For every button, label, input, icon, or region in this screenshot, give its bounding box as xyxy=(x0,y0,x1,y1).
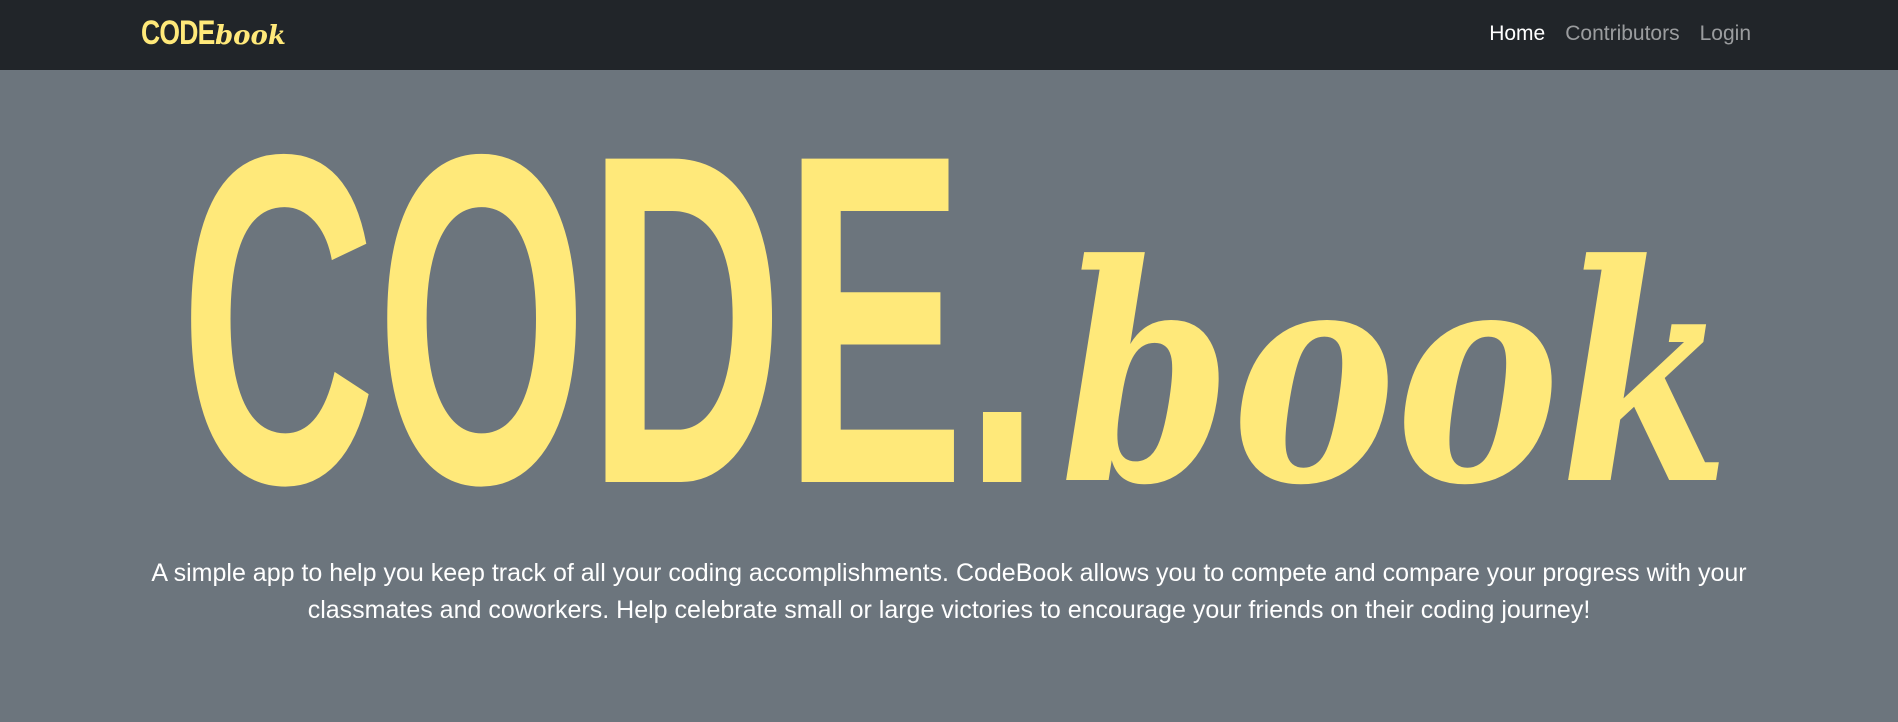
hero-tagline: A simple app to help you keep track of a… xyxy=(151,559,1747,624)
top-navbar: CODE. book Home Contributors Login xyxy=(0,0,1898,70)
nav-link-home[interactable]: Home xyxy=(1489,22,1545,46)
brand-logo-book: book xyxy=(215,21,286,51)
hero-logo: CODE. book xyxy=(180,110,1740,500)
brand-logo-code: CODE. xyxy=(141,14,222,52)
hero-logo-graphic: CODE. book xyxy=(180,110,1730,500)
hero-logo-code: CODE. xyxy=(180,110,1040,500)
nav-link-login[interactable]: Login xyxy=(1700,22,1751,46)
nav-links: Home Contributors Login xyxy=(1489,22,1751,46)
brand-logo-link[interactable]: CODE. book xyxy=(141,14,286,56)
hero-logo-book: book xyxy=(1060,198,1730,500)
nav-link-contributors[interactable]: Contributors xyxy=(1565,22,1679,46)
